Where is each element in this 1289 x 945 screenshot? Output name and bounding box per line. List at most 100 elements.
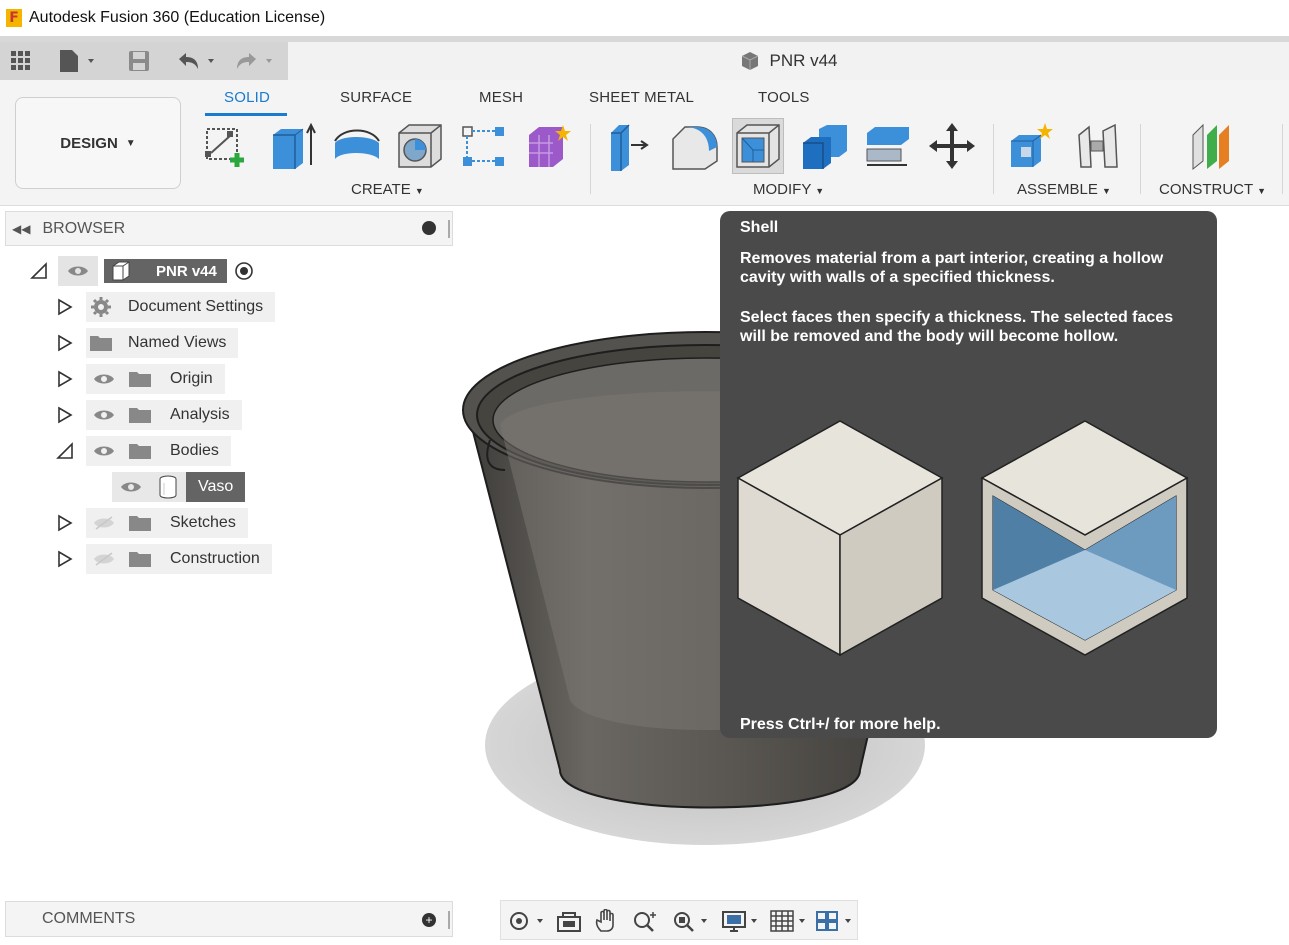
tree-row-sketches[interactable]: Sketches [56, 508, 248, 538]
offset-face-icon[interactable] [862, 118, 914, 174]
app-grid-icon[interactable] [10, 48, 32, 74]
tree-row-origin[interactable]: Origin [56, 364, 225, 394]
display-settings-icon[interactable] [721, 909, 765, 933]
ribbon-separator [993, 124, 994, 194]
tree-label-named-views: Named Views [116, 328, 239, 358]
tab-tools[interactable]: TOOLS [758, 89, 810, 106]
look-at-icon[interactable] [555, 909, 583, 933]
combine-icon[interactable] [798, 118, 850, 174]
expand-triangle-icon[interactable] [56, 298, 74, 316]
expand-triangle-icon[interactable] [56, 406, 74, 424]
chevron-down-icon: ▼ [815, 186, 825, 196]
browser-title: BROWSER [42, 219, 126, 237]
grid-settings-icon[interactable] [769, 909, 813, 933]
construct-menu[interactable]: CONSTRUCT ▼ [1159, 181, 1266, 198]
ribbon-separator [1140, 124, 1141, 194]
collapse-triangle-icon[interactable] [30, 262, 48, 280]
visibility-eye-icon[interactable] [93, 372, 115, 386]
expand-triangle-icon[interactable] [56, 514, 74, 532]
collapse-triangle-icon[interactable] [56, 442, 74, 460]
visibility-eye-icon[interactable] [93, 408, 115, 422]
folder-icon [86, 328, 116, 358]
offset-plane-icon[interactable] [1186, 118, 1238, 174]
panel-resize-handle[interactable] [448, 220, 450, 238]
fit-view-icon[interactable] [671, 909, 715, 933]
tab-surface[interactable]: SURFACE [340, 89, 412, 106]
body-icon [159, 475, 177, 499]
undo-icon[interactable] [176, 48, 222, 74]
tree-row-analysis[interactable]: Analysis [56, 400, 242, 430]
new-component-icon[interactable] [1006, 118, 1058, 174]
shell-tooltip: Shell Removes material from a part inter… [720, 211, 1217, 738]
tree-label-bodies: Bodies [158, 436, 231, 466]
tree-label-origin: Origin [158, 364, 225, 394]
revolve-icon[interactable] [330, 118, 382, 174]
modify-menu-label: MODIFY [753, 181, 812, 198]
chevron-down-icon: ▼ [414, 186, 424, 196]
fillet-icon[interactable] [668, 118, 720, 174]
move-copy-icon[interactable] [926, 118, 978, 174]
tab-sheet-metal[interactable]: SHEET METAL [589, 89, 694, 106]
pan-hand-icon[interactable] [593, 909, 621, 933]
workspace-switcher-button[interactable]: DESIGN ▼ [15, 97, 181, 189]
browser-root-node[interactable]: PNR v44 [104, 259, 227, 283]
create-menu-label: CREATE [351, 181, 411, 198]
add-comment-icon[interactable]: + [422, 913, 436, 927]
comments-panel[interactable]: COMMENTS + [5, 901, 453, 937]
panel-resize-handle[interactable] [448, 911, 450, 929]
tree-row-named-views[interactable]: Named Views [56, 328, 239, 358]
joint-icon[interactable] [1072, 118, 1124, 174]
orbit-icon[interactable] [507, 909, 547, 933]
modify-menu[interactable]: MODIFY ▼ [753, 181, 824, 198]
hidden-eye-icon[interactable] [93, 516, 115, 530]
visibility-eye-icon[interactable] [93, 444, 115, 458]
construct-menu-label: CONSTRUCT [1159, 181, 1253, 198]
comments-title: COMMENTS [42, 910, 136, 927]
activate-radio-icon[interactable] [233, 260, 255, 282]
visibility-eye-icon[interactable] [58, 256, 98, 286]
tab-solid[interactable]: SOLID [224, 89, 270, 106]
navigation-bar [500, 900, 858, 940]
workspace-label: DESIGN [60, 134, 118, 152]
tab-mesh[interactable]: MESH [479, 89, 523, 106]
tree-row-bodies[interactable]: Bodies [56, 436, 231, 466]
folder-icon [128, 444, 151, 459]
hidden-eye-icon[interactable] [93, 552, 115, 566]
tree-row-document-settings[interactable]: Document Settings [56, 292, 276, 322]
browser-root-row[interactable]: PNR v44 [30, 256, 255, 286]
expand-triangle-icon[interactable] [56, 370, 74, 388]
tree-row-construction[interactable]: Construction [56, 544, 272, 574]
tab-active-indicator [205, 113, 287, 116]
ribbon-separator [1282, 124, 1283, 194]
save-icon[interactable] [128, 48, 150, 74]
collapse-panel-icon[interactable]: ◀◀ [12, 222, 30, 236]
create-menu[interactable]: CREATE ▼ [351, 181, 424, 198]
bodies-controls [86, 436, 158, 466]
expand-triangle-icon[interactable] [56, 550, 74, 568]
gear-icon [86, 292, 116, 322]
tree-row-vaso[interactable]: Vaso [112, 472, 246, 502]
pattern-icon[interactable] [458, 118, 510, 174]
fusion-logo-icon: F [6, 9, 22, 27]
zoom-icon[interactable] [631, 909, 661, 933]
title-bar: F Autodesk Fusion 360 (Education License… [0, 0, 1289, 36]
create-form-icon[interactable] [522, 118, 574, 174]
create-sketch-icon[interactable] [200, 118, 252, 174]
hole-icon[interactable] [394, 118, 446, 174]
origin-controls [86, 364, 158, 394]
viewports-icon[interactable] [815, 909, 859, 933]
shell-icon[interactable] [732, 118, 784, 174]
chevron-down-icon: ▼ [1257, 186, 1266, 196]
document-tab[interactable]: PNR v44 [288, 42, 1289, 80]
visibility-eye-icon[interactable] [120, 480, 142, 494]
press-pull-icon[interactable] [604, 118, 656, 174]
pin-panel-icon[interactable] [422, 221, 436, 235]
ribbon-separator [590, 124, 591, 194]
redo-icon[interactable] [234, 48, 280, 74]
assemble-menu[interactable]: ASSEMBLE ▼ [1017, 181, 1111, 198]
sketches-controls [86, 508, 158, 538]
document-name: PNR v44 [769, 51, 838, 70]
extrude-icon[interactable] [266, 118, 318, 174]
expand-triangle-icon[interactable] [56, 334, 74, 352]
file-menu-icon[interactable] [58, 48, 102, 74]
